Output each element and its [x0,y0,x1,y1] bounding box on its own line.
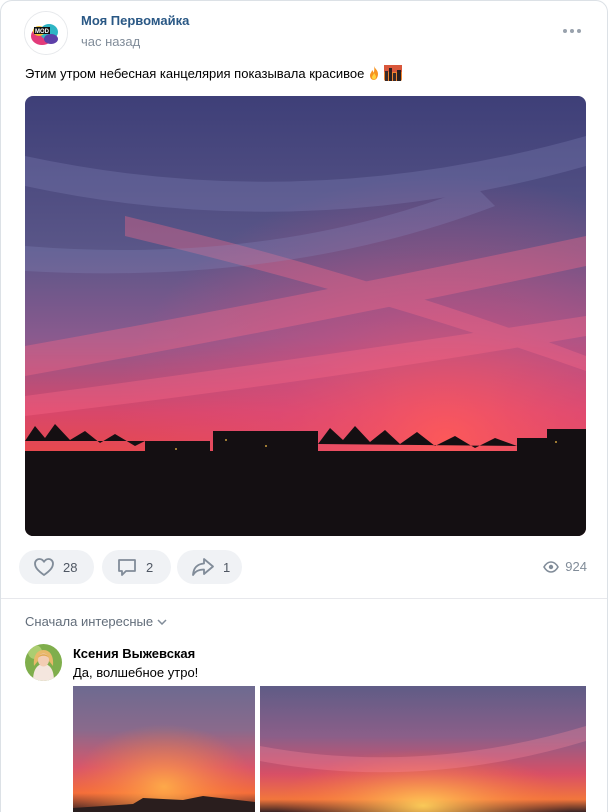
dot-icon [563,29,567,33]
group-avatar[interactable]: MOD [24,11,68,55]
like-count: 28 [63,559,78,575]
comment-photo-image [260,686,586,812]
fire-emoji-icon [366,65,382,84]
sunset-photo-image [25,96,586,536]
post-actions: 28 2 1 924 [19,550,589,584]
post-author[interactable]: Моя Первомайка [81,13,189,28]
eye-icon [543,560,560,573]
divider [1,598,607,599]
post-text: Этим утром небесная канцелярия показывал… [25,65,403,84]
share-button[interactable]: 1 [177,550,242,584]
more-options-button[interactable] [560,23,584,39]
chevron-down-icon [157,618,167,625]
comment-photo-image [73,686,255,812]
sort-label: Сначала интересные [25,614,154,629]
comment-photo[interactable] [73,686,255,812]
comment-button[interactable]: 2 [102,550,171,584]
post-header: MOD Моя Первомайка час назад [24,11,584,55]
avatar-image [25,644,62,681]
comment-count: 2 [146,559,154,575]
comment-photo[interactable] [260,686,586,812]
comment-author[interactable]: Ксения Выжевская [73,646,195,661]
dot-icon [570,29,574,33]
post-card: MOD Моя Первомайка час назад Этим утром … [0,0,608,812]
comments-sort-dropdown[interactable]: Сначала интересные [25,614,167,629]
dot-icon [577,29,581,33]
page: MOD Моя Первомайка час назад Этим утром … [0,0,608,812]
share-icon [192,558,214,576]
heart-icon [34,558,54,576]
comment-text: Да, волшебное утро! [73,665,199,680]
post-photo[interactable] [25,96,586,536]
share-count: 1 [223,559,231,575]
views-counter: 924 [543,559,587,574]
views-count: 924 [565,559,587,574]
group-logo-icon: MOD [25,12,67,54]
post-text-content: Этим утром небесная канцелярия показывал… [25,66,365,81]
like-button[interactable]: 28 [19,550,94,584]
svg-text:MOD: MOD [35,29,50,35]
comment-icon [118,559,136,576]
commenter-avatar[interactable] [25,644,62,681]
city-sunset-emoji-icon [384,65,403,84]
post-time[interactable]: час назад [81,34,140,49]
